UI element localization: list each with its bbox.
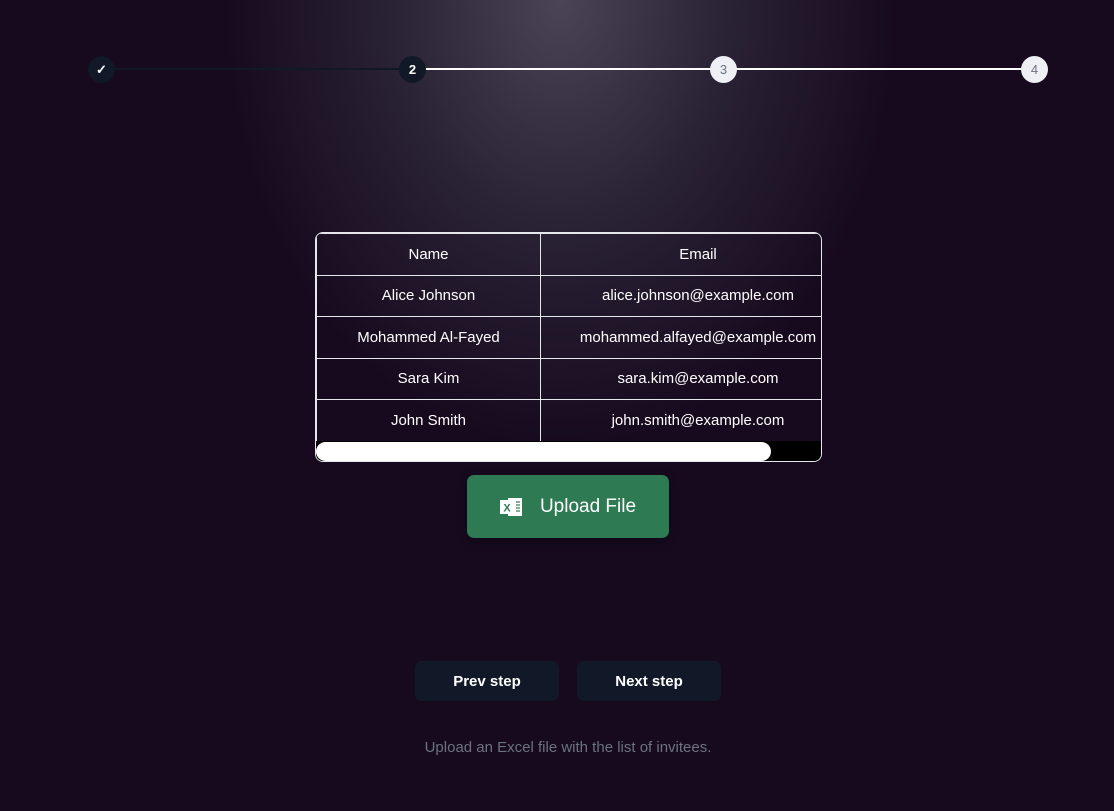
cell-email: john.smith@example.com — [540, 399, 821, 442]
horizontal-scrollbar[interactable] — [316, 441, 821, 461]
table-row: Sara Kim sara.kim@example.com — [316, 357, 821, 400]
cell-name: Mohammed Al-Fayed — [316, 316, 541, 359]
invitees-table: Name Email Alice Johnson alice.johnson@exa… — [315, 232, 822, 462]
upload-file-button[interactable]: X Upload File — [467, 475, 669, 538]
table-header-row: Name Email — [316, 233, 821, 276]
svg-text:X: X — [503, 502, 511, 514]
step-connector — [418, 68, 718, 70]
cell-email: mohammed.alfayed@example.com — [540, 316, 821, 359]
step-3[interactable]: 3 — [710, 56, 737, 83]
table-row: Alice Johnson alice.johnson@example.com — [316, 274, 821, 317]
prev-step-button[interactable]: Prev step — [415, 661, 559, 701]
excel-icon: X — [499, 497, 522, 516]
step-1-check-icon[interactable]: ✓ — [88, 56, 115, 83]
scrollbar-thumb[interactable] — [316, 442, 771, 461]
cell-name: Sara Kim — [316, 357, 541, 400]
upload-label: Upload File — [539, 495, 637, 517]
cell-name: Alice Johnson — [316, 274, 541, 317]
stepper: ✓ 2 3 4 — [88, 56, 1048, 83]
cell-email: sara.kim@example.com — [540, 357, 821, 400]
step-connector — [108, 68, 408, 70]
cell-email: alice.johnson@example.com — [540, 274, 821, 317]
next-step-button[interactable]: Next step — [577, 661, 721, 701]
header-email: Email — [540, 233, 821, 276]
header-name: Name — [316, 233, 541, 276]
table-row: John Smith john.smith@example.com — [316, 399, 821, 442]
step-connector — [728, 68, 1028, 70]
table-row: Mohammed Al-Fayed mohammed.alfayed@exampl… — [316, 316, 821, 359]
step-4[interactable]: 4 — [1021, 56, 1048, 83]
cell-name: John Smith — [316, 399, 541, 442]
step-2[interactable]: 2 — [399, 56, 426, 83]
hint-text: Upload an Excel file with the list of in… — [424, 739, 712, 756]
